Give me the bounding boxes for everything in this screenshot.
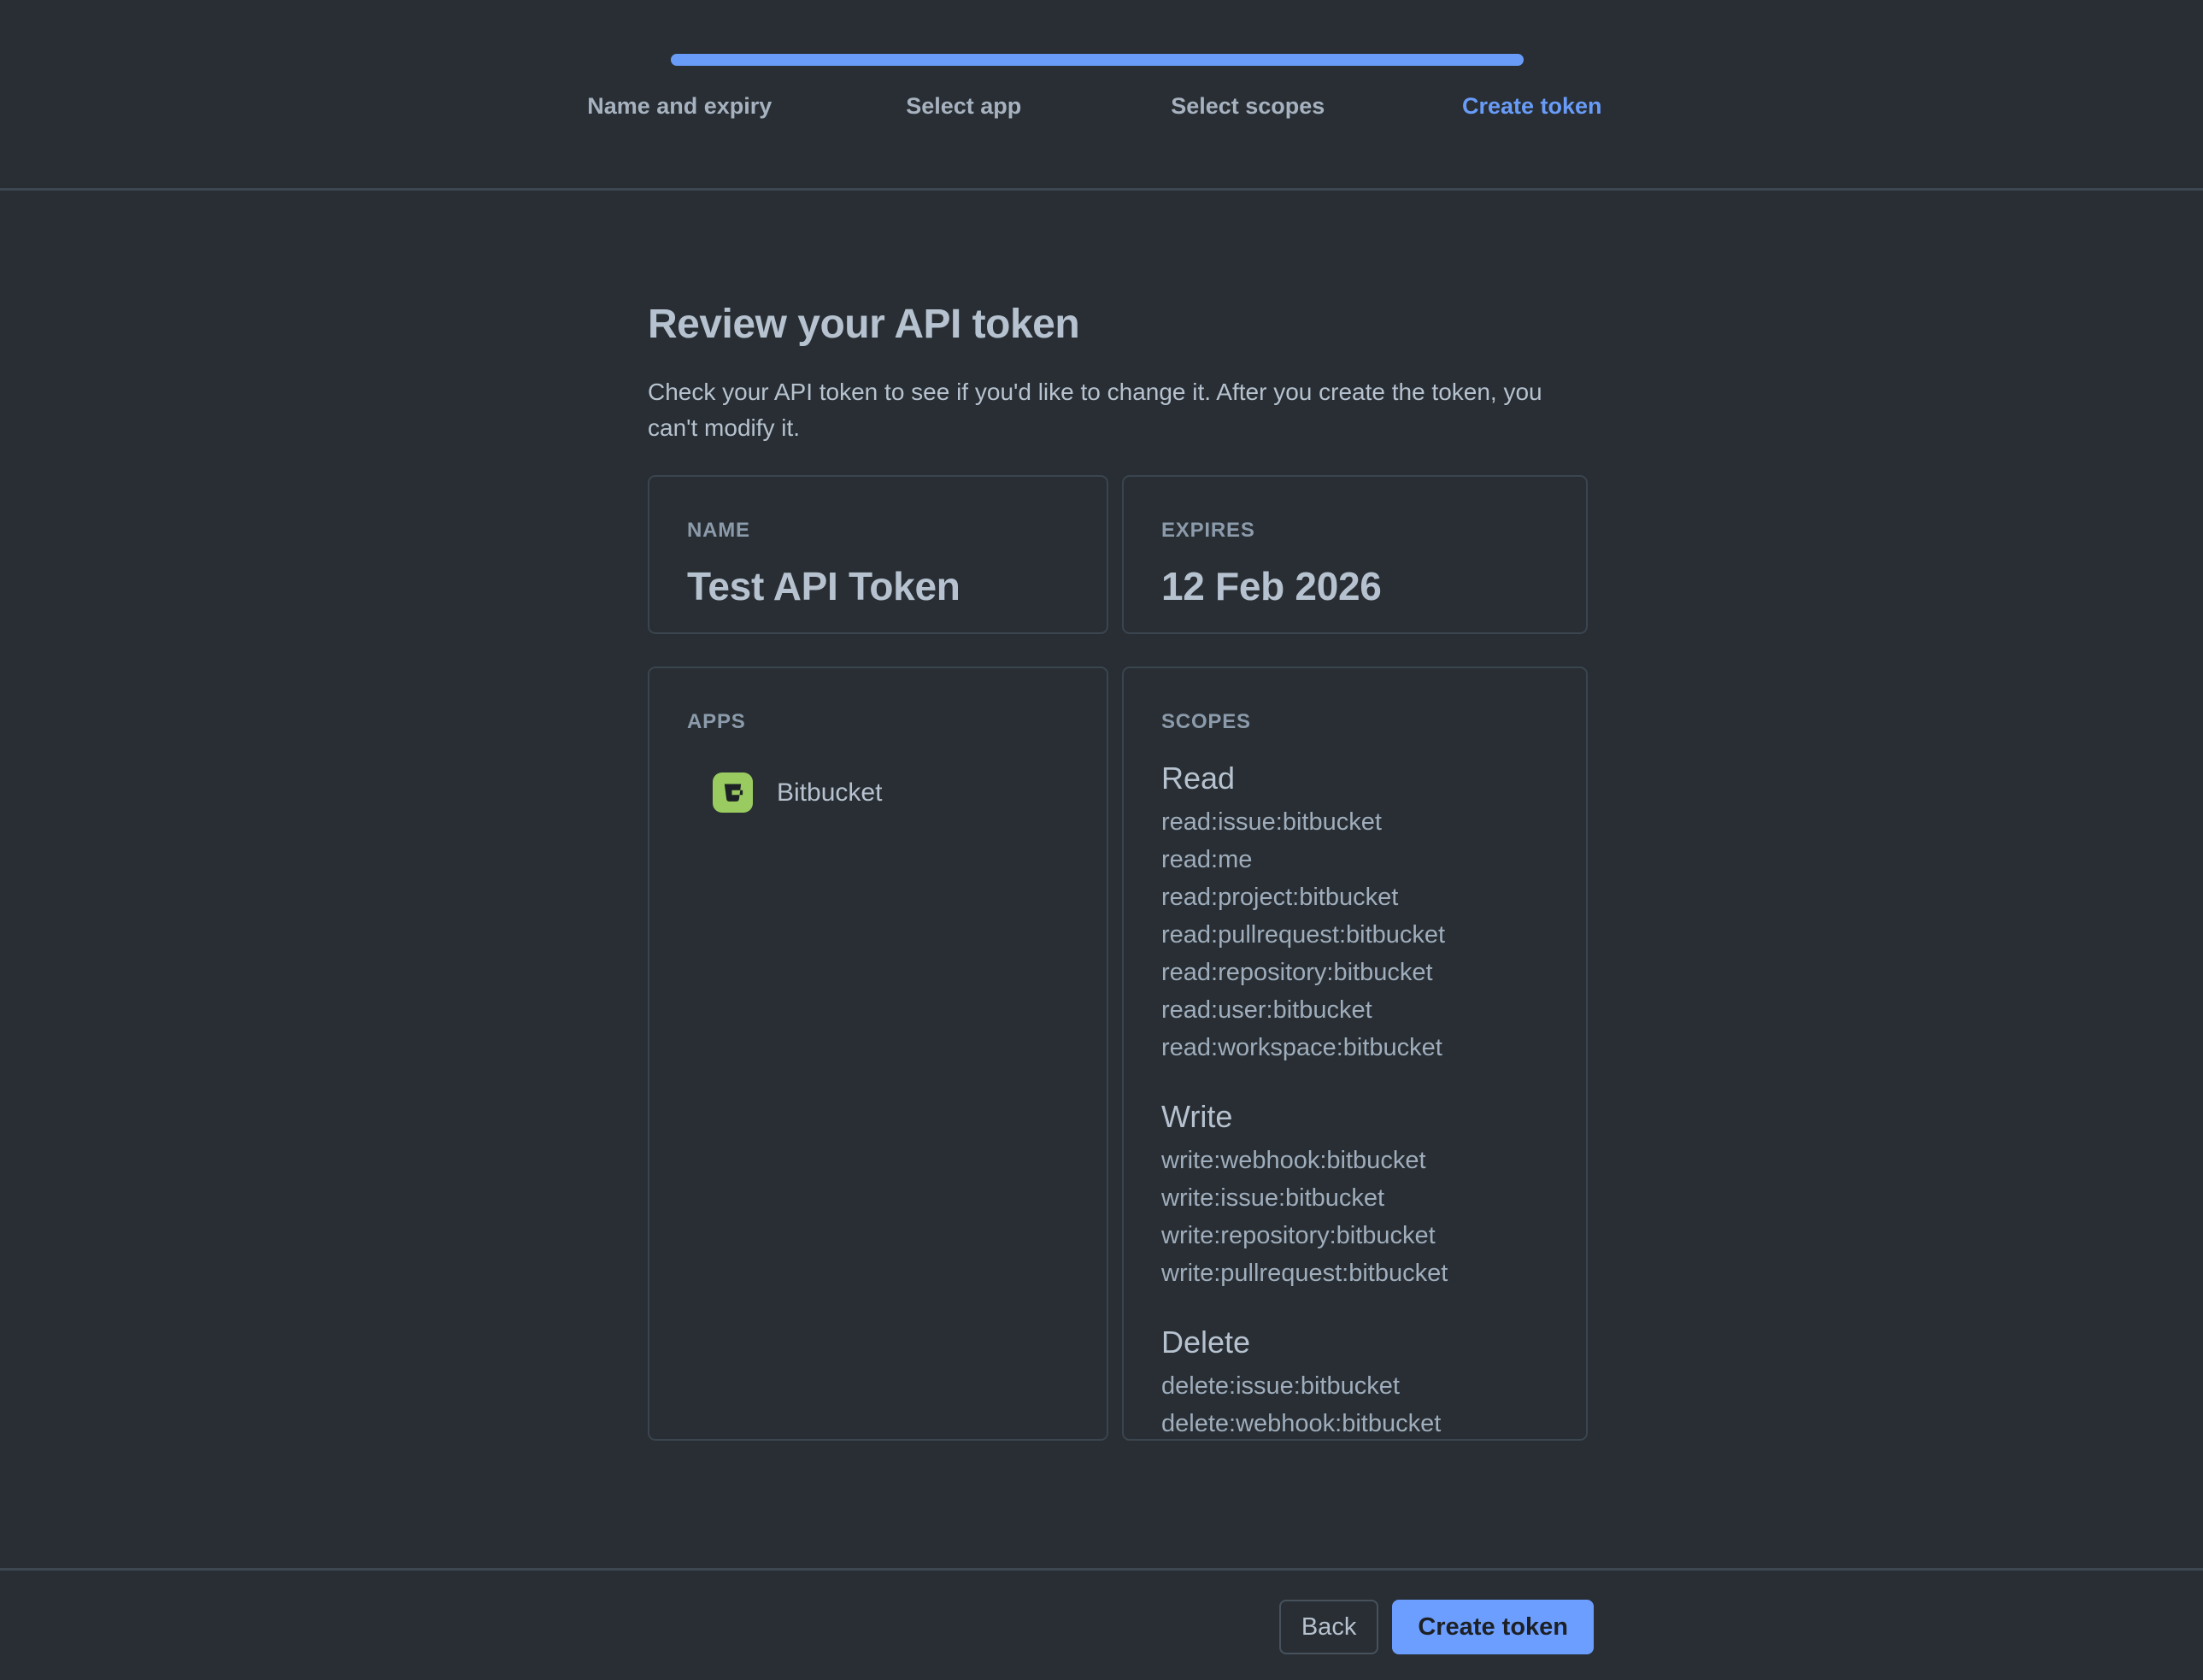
token-name-value: Test API Token (687, 562, 1069, 610)
page-title: Review your API token (648, 301, 1588, 349)
scope-item: read:workspace:bitbucket (1161, 1029, 1548, 1066)
step-3-label[interactable]: Select scopes (1106, 89, 1390, 123)
scope-group-heading: Read (1161, 759, 1548, 798)
footer-divider (0, 1568, 2203, 1571)
scopes-card: SCOPES Readread:issue:bitbucketread:mere… (1122, 667, 1588, 1441)
scope-item: write:repository:bitbucket (1161, 1217, 1548, 1254)
step-4-label[interactable]: Create token (1390, 89, 1675, 123)
scope-group-heading: Write (1161, 1097, 1548, 1137)
scope-item: read:issue:bitbucket (1161, 803, 1548, 841)
expires-card: EXPIRES 12 Feb 2026 (1122, 475, 1588, 634)
scope-item: delete:issue:bitbucket (1161, 1367, 1548, 1405)
back-button[interactable]: Back (1279, 1600, 1378, 1654)
scope-item: read:user:bitbucket (1161, 991, 1548, 1029)
scope-item: write:pullrequest:bitbucket (1161, 1254, 1548, 1292)
wizard-steps: Name and expirySelect appSelect scopesCr… (538, 89, 1674, 123)
apps-card: APPS Bitbucket (648, 667, 1108, 1441)
token-expiry-value: 12 Feb 2026 (1161, 562, 1548, 610)
app-row: Bitbucket (713, 772, 1069, 813)
name-card-label: NAME (687, 518, 1069, 543)
scope-item: read:repository:bitbucket (1161, 954, 1548, 991)
review-cards: NAME Test API Token EXPIRES 12 Feb 2026 … (648, 475, 1588, 1441)
scope-item: read:me (1161, 841, 1548, 878)
footer-actions: Back Create token (1279, 1600, 1594, 1654)
scopes-card-label: SCOPES (1161, 709, 1548, 735)
scope-item: write:webhook:bitbucket (1161, 1142, 1548, 1179)
apps-card-label: APPS (687, 709, 1069, 735)
app-name: Bitbucket (777, 777, 882, 809)
expires-card-label: EXPIRES (1161, 518, 1548, 543)
scope-item: delete:webhook:bitbucket (1161, 1405, 1548, 1441)
scope-group-write: Write write:webhook:bitbucketwrite:issue:… (1161, 1097, 1548, 1292)
scope-item: read:project:bitbucket (1161, 878, 1548, 916)
create-token-button[interactable]: Create token (1392, 1600, 1594, 1654)
scope-group-heading: Delete (1161, 1323, 1548, 1362)
scope-group-read: Read read:issue:bitbucketread:meread:proj… (1161, 759, 1548, 1066)
step-1-label[interactable]: Name and expiry (538, 89, 822, 123)
scope-item: write:issue:bitbucket (1161, 1179, 1548, 1217)
bitbucket-icon (713, 772, 753, 813)
apps-list: Bitbucket (687, 772, 1069, 813)
scopes-list: Read read:issue:bitbucketread:meread:proj… (1161, 759, 1548, 1441)
wizard-header: Name and expirySelect appSelect scopesCr… (0, 0, 2203, 191)
name-card: NAME Test API Token (648, 475, 1108, 634)
wizard-progress-bar (671, 54, 1524, 66)
scope-item: read:pullrequest:bitbucket (1161, 916, 1548, 954)
step-2-label[interactable]: Select app (822, 89, 1107, 123)
page-description: Check your API token to see if you'd lik… (648, 374, 1588, 446)
scope-group-delete: Delete delete:issue:bitbucketdelete:webho… (1161, 1323, 1548, 1441)
review-section: Review your API token Check your API tok… (648, 301, 1588, 1441)
